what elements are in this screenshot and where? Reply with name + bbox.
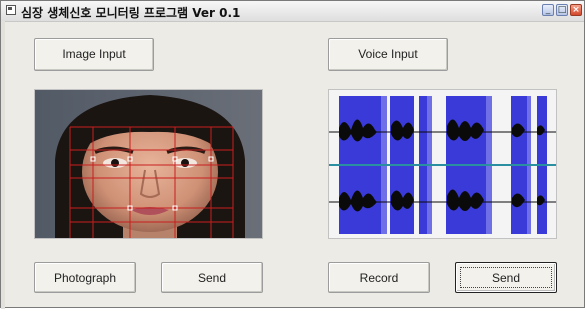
send-image-button[interactable]: Send (161, 262, 263, 293)
window-border (1, 21, 5, 309)
record-button[interactable]: Record (328, 262, 430, 293)
focus-rectangle (460, 267, 552, 288)
maximize-icon[interactable]: □ (556, 4, 568, 16)
photograph-button[interactable]: Photograph (34, 262, 136, 293)
title-bar[interactable]: 심장 생체신호 모니터링 프로그램 Ver 0.1 _ □ × (1, 1, 584, 22)
window-title: 심장 생체신호 모니터링 프로그램 Ver 0.1 (21, 6, 241, 20)
app-window: 심장 생체신호 모니터링 프로그램 Ver 0.1 _ □ × Image In… (0, 0, 585, 309)
face-image-panel (34, 89, 263, 239)
send-voice-button[interactable]: Send (455, 262, 557, 293)
image-input-button[interactable]: Image Input (34, 38, 154, 71)
minimize-icon[interactable]: _ (542, 4, 554, 16)
window-app-icon (6, 5, 16, 15)
close-icon[interactable]: × (570, 4, 582, 16)
voice-input-button[interactable]: Voice Input (328, 38, 448, 71)
voice-waveform (329, 90, 556, 238)
voice-waveform-panel (328, 89, 557, 239)
face-image (35, 90, 262, 238)
